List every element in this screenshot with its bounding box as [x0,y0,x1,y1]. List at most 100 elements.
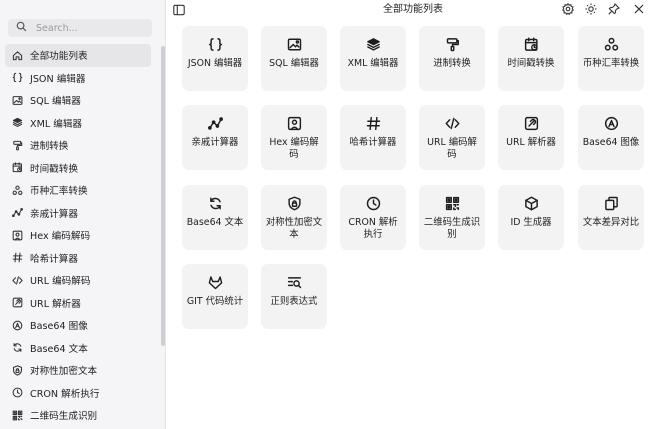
sidebar-item-label: 进制转换 [30,141,69,153]
network-line-icon [207,115,223,131]
sidebar-item[interactable]: 哈希计算器 [5,247,151,270]
refresh-icon [207,195,223,211]
tool-card-label: 亲戚计算器 [191,137,239,148]
tool-card[interactable]: 进制转换 [419,26,485,91]
tool-card[interactable]: URL 编码解码 [419,105,485,170]
base64-image-icon [603,115,619,131]
paint-roller-icon [444,36,460,52]
search-box[interactable] [8,19,152,37]
tool-card[interactable]: SQL 编辑器 [261,26,327,91]
tool-card[interactable]: 哈希计算器 [340,105,406,170]
sidebar-item[interactable]: JSON 编辑器 [5,67,151,90]
image-lock-icon [11,229,24,242]
shield-lock-icon [11,364,24,377]
tool-card-label: CRON 解析执行 [348,217,398,240]
sidebar-item[interactable]: SQL 编辑器 [5,89,151,112]
tool-card[interactable]: ID 生成器 [498,185,564,250]
tool-card[interactable]: Base64 图像 [578,105,644,170]
clock-icon [365,195,381,211]
sidebar-item-label: Hex 编码解码 [30,231,91,243]
sidebar: 全部功能列表 JSON 编辑器 SQL 编辑器 XML 编辑器进制转换时间戳转换币种汇… [0,0,166,429]
tool-card[interactable]: 时间戳转换 [498,26,564,91]
code-icon [444,115,460,131]
sidebar-item-label: URL 解析器 [30,298,81,310]
sidebar-item[interactable]: 对称性加密文本 [5,359,151,382]
tool-card-label: 时间戳转换 [507,58,555,69]
sidebar-item-label: 全部功能列表 [30,51,88,63]
tool-card[interactable]: 二维码生成识别 [419,185,485,250]
shield-lock-icon [286,195,302,211]
sidebar-item[interactable]: URL 编码解码 [5,269,151,292]
sidebar-item-label: XML 编辑器 [30,118,83,130]
image-editor-icon [286,36,302,52]
tool-card-label: 二维码生成识别 [423,217,481,240]
sidebar-item-label: CRON 解析执行 [30,388,100,400]
tool-card-label: 进制转换 [433,58,471,69]
sidebar-item-label: URL 编码解码 [30,276,91,288]
sidebar-item[interactable]: 二维码生成识别 [5,404,151,427]
sidebar-item[interactable]: 亲戚计算器 [5,202,151,225]
regex-search-icon [286,274,302,290]
sidebar-item[interactable]: 币种汇率转换 [5,179,151,202]
sidebar-scrollbar[interactable] [161,46,165,346]
sidebar-item-label: 二维码生成识别 [30,411,98,423]
search-input[interactable] [36,20,146,36]
code-icon [11,274,24,287]
tool-card[interactable]: 对称性加密文本 [261,185,327,250]
qr-code-icon [11,409,24,422]
tool-card[interactable]: JSON 编辑器 [182,26,248,91]
pin-icon [608,2,620,18]
tool-card[interactable]: 正则表达式 [261,264,327,329]
tool-card[interactable]: XML 编辑器 [340,26,406,91]
settings-icon [562,2,574,18]
refresh-icon [11,341,24,354]
tool-card-label: GIT 代码统计 [186,296,244,307]
sidebar-item[interactable]: Base64 图像 [5,314,151,337]
tool-card[interactable]: Base64 文本 [182,185,248,250]
sidebar-item[interactable]: XML 编辑器 [5,112,151,135]
tool-card-label: URL 编码解码 [427,137,477,160]
pin-button[interactable] [607,2,621,18]
home-icon [11,49,24,62]
tool-card[interactable]: URL 解析器 [498,105,564,170]
sidebar-item-label: 哈希计算器 [30,253,78,265]
tool-card[interactable]: GIT 代码统计 [182,264,248,329]
network-line-icon [11,206,24,219]
close-icon [633,3,645,18]
tool-card-label: Base64 文本 [186,217,244,228]
sidebar-item[interactable]: Hex 编码解码 [5,224,151,247]
currency-triangle-icon [603,36,619,52]
base64-image-icon [11,319,24,332]
theme-button[interactable] [584,3,598,17]
tool-card-label: 币种汇率转换 [582,58,640,69]
gitlab-icon [207,274,223,290]
image-editor-icon [11,94,24,107]
sidebar-item[interactable]: 进制转换 [5,134,151,157]
tool-card[interactable]: Hex 编码解码 [261,105,327,170]
tool-card[interactable]: 文本差异对比 [578,185,644,250]
sidebar-item[interactable]: 全部功能列表 [5,44,151,67]
close-button[interactable] [632,3,646,17]
sidebar-item-label: JSON 编辑器 [30,73,86,85]
tool-card[interactable]: CRON 解析执行 [340,185,406,250]
tool-card-label: SQL 编辑器 [269,58,319,69]
tool-card-label: URL 解析器 [506,137,556,148]
theme-icon [585,3,597,18]
sidebar-item-label: 亲戚计算器 [30,208,78,220]
sidebar-item[interactable]: CRON 解析执行 [5,382,151,405]
layers-icon [365,36,381,52]
tool-card[interactable]: 亲戚计算器 [182,105,248,170]
tool-card[interactable]: 币种汇率转换 [578,26,644,91]
calendar-clock-icon [11,161,24,174]
paint-roller-icon [11,139,24,152]
braces-icon [207,36,223,52]
hash-icon [11,251,24,264]
settings-button[interactable] [561,2,575,18]
sidebar-item[interactable]: 时间戳转换 [5,157,151,180]
sidebar-item[interactable]: Base64 文本 [5,337,151,360]
image-lock-icon [286,115,302,131]
sidebar-item[interactable]: URL 解析器 [5,292,151,315]
hash-icon [365,115,381,131]
sidebar-item-label: 币种汇率转换 [30,186,88,198]
sidebar-item-label: Base64 图像 [30,321,88,333]
